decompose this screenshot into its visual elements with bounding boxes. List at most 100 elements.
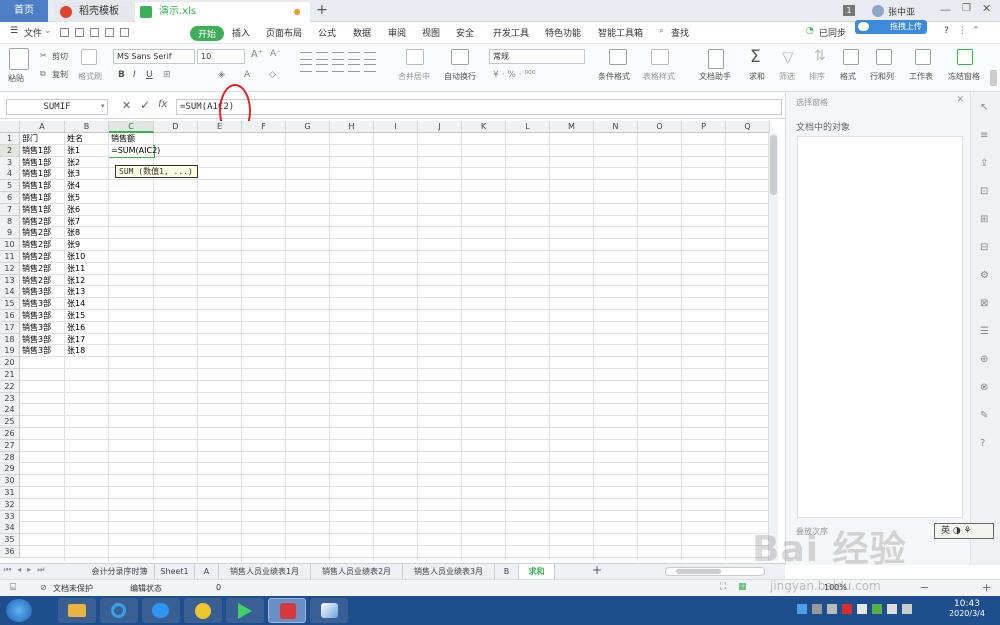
tab-docer[interactable]: 稻壳模板 — [55, 2, 133, 22]
row-header[interactable]: 18 — [0, 333, 20, 346]
user-name[interactable]: 张中亚 — [888, 5, 915, 18]
row-header[interactable]: 23 — [0, 392, 20, 405]
cancel-formula-icon[interactable]: ✕ — [122, 99, 131, 112]
cell-a5[interactable]: 销售1部 — [20, 180, 65, 192]
row-header[interactable]: 14 — [0, 286, 20, 299]
conditional-format-icon[interactable] — [609, 49, 627, 65]
preview-icon[interactable] — [105, 28, 114, 37]
row-header[interactable]: 33 — [0, 510, 20, 523]
row-header[interactable]: 28 — [0, 451, 20, 464]
sheet-tab[interactable]: 销售人员业绩表1月 — [219, 564, 311, 580]
sheet-tab[interactable]: A — [195, 564, 219, 580]
format-painter-button[interactable]: 格式刷 — [78, 71, 102, 82]
format-icon[interactable] — [843, 49, 859, 65]
tray-app-icon[interactable] — [812, 604, 822, 614]
sort-button[interactable]: 排序 — [809, 71, 825, 82]
paste-icon[interactable] — [9, 48, 29, 70]
wrap-button[interactable]: 自动换行 — [444, 71, 476, 82]
shrink-font-icon[interactable]: A⁻ — [270, 49, 281, 59]
zoom-in-icon[interactable]: + — [982, 581, 991, 594]
row-header[interactable]: 32 — [0, 498, 20, 511]
cell-a3[interactable]: 销售1部 — [20, 157, 65, 169]
column-header-h[interactable]: H — [330, 121, 374, 133]
table-style-icon[interactable] — [651, 49, 669, 65]
align-right-icon[interactable] — [332, 64, 344, 72]
save-icon[interactable] — [60, 28, 69, 37]
row-header[interactable]: 1 — [0, 133, 20, 145]
side-property-icon[interactable]: ≡ — [980, 130, 988, 141]
help-button[interactable]: ? — [944, 26, 949, 36]
side-function-icon[interactable]: ⊟ — [980, 242, 988, 253]
side-layer-icon[interactable]: ⊡ — [980, 186, 988, 197]
formula-input[interactable]: =SUM(A1C2) — [176, 99, 782, 115]
worksheet-icon[interactable] — [915, 49, 931, 65]
cell-b11[interactable]: 张10 — [65, 251, 109, 263]
sum-button[interactable]: 求和 — [749, 71, 765, 82]
cell-b6[interactable]: 张5 — [65, 192, 109, 204]
paste-label[interactable]: 粘贴 — [8, 73, 24, 84]
merge-icon[interactable] — [406, 49, 424, 65]
menu-file-icon[interactable]: ☰ — [10, 26, 18, 36]
column-header-g[interactable]: G — [286, 121, 330, 133]
filter-button[interactable]: 筛选 — [779, 71, 795, 82]
clear-format-icon[interactable]: ◇ — [269, 70, 276, 80]
page-badge[interactable]: 1 — [843, 5, 855, 16]
align-center-icon[interactable] — [316, 64, 328, 72]
freeze-panes-icon[interactable] — [957, 49, 973, 65]
cell-a15[interactable]: 销售3部 — [20, 298, 65, 310]
border-icon[interactable]: ⊞ — [163, 70, 171, 80]
side-picture-icon[interactable]: ⊗ — [980, 382, 988, 393]
cut-button[interactable]: 剪切 — [52, 51, 68, 62]
cell-b3[interactable]: 张2 — [65, 157, 109, 169]
tray-volume-icon[interactable] — [827, 604, 837, 614]
row-header[interactable]: 26 — [0, 428, 20, 440]
bold-icon[interactable]: B — [118, 70, 125, 80]
insert-function-icon[interactable]: fx — [158, 99, 167, 110]
row-header[interactable]: 12 — [0, 262, 20, 275]
menu-view[interactable]: 视图 — [422, 26, 440, 39]
worksheet-button[interactable]: 工作表 — [909, 71, 933, 82]
column-header-n[interactable]: N — [594, 121, 638, 133]
normal-view-icon[interactable]: ▦ — [738, 582, 747, 592]
font-select[interactable]: MS Sans Serif — [113, 49, 195, 64]
row-header[interactable]: 17 — [0, 321, 20, 334]
add-sheet-icon[interactable]: + — [592, 563, 602, 577]
cell-b19[interactable]: 张18 — [65, 345, 109, 357]
menu-formulas[interactable]: 公式 — [318, 26, 336, 39]
grow-font-icon[interactable]: A⁺ — [251, 49, 263, 60]
menu-file-chevron-icon[interactable]: ⌄ — [44, 26, 52, 36]
wps-app[interactable] — [268, 598, 306, 623]
menu-smart-tools[interactable]: 智能工具箱 — [598, 26, 643, 39]
zoom-out-icon[interactable]: − — [920, 581, 929, 594]
open-icon[interactable] — [75, 28, 84, 37]
column-header-q[interactable]: Q — [726, 121, 770, 133]
menu-search[interactable]: 查找 — [671, 26, 689, 39]
font-size-select[interactable]: 10 — [197, 49, 245, 64]
wrap-icon[interactable] — [451, 49, 469, 65]
side-help-icon[interactable]: ? — [980, 438, 985, 449]
tray-security-icon[interactable] — [842, 604, 852, 614]
row-header[interactable]: 36 — [0, 546, 20, 558]
objects-list[interactable] — [797, 136, 963, 518]
row-header[interactable]: 9 — [0, 227, 20, 240]
justify-icon[interactable] — [348, 64, 360, 72]
cell-c2[interactable]: =SUM(AIC2) — [109, 144, 160, 157]
cell-b14[interactable]: 张13 — [65, 286, 109, 298]
row-col-icon[interactable] — [876, 49, 892, 65]
underline-icon[interactable]: U — [146, 70, 153, 80]
paint-app[interactable] — [310, 598, 348, 623]
cut-icon[interactable]: ✂ — [40, 51, 47, 60]
cell-a6[interactable]: 销售1部 — [20, 192, 65, 204]
sort-icon[interactable]: ⇅ — [814, 48, 826, 64]
row-header[interactable]: 27 — [0, 439, 20, 452]
select-all-corner[interactable] — [0, 121, 20, 133]
confirm-formula-icon[interactable]: ✓ — [140, 98, 150, 112]
table-style-button[interactable]: 表格样式 — [643, 71, 675, 82]
fill-color-icon[interactable]: ◈ — [218, 70, 225, 80]
cell-b15[interactable]: 张14 — [65, 298, 109, 310]
format-button[interactable]: 格式 — [840, 71, 856, 82]
tray-speaker-icon[interactable] — [902, 604, 912, 614]
row-header[interactable]: 25 — [0, 416, 20, 429]
row-header[interactable]: 20 — [0, 357, 20, 370]
name-box[interactable]: SUMIF — [6, 99, 108, 115]
